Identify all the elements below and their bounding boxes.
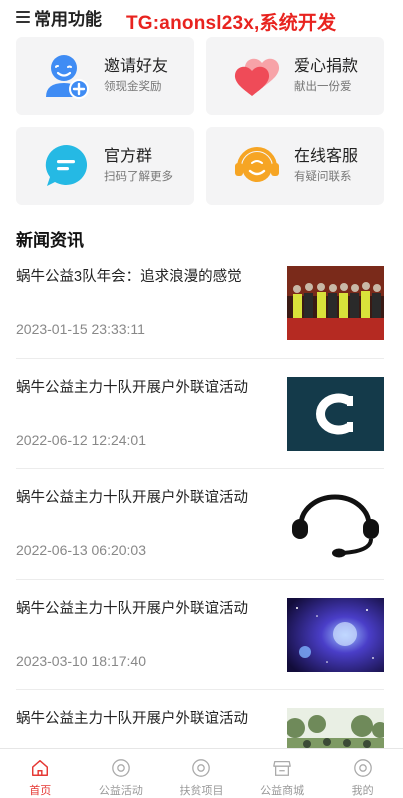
news-item[interactable]: 蜗牛公益主力十队开展户外联谊活动 2023-03-10 18:17:40 [16,580,384,690]
feature-card-invite[interactable]: 邀请好友 领现金奖励 [16,37,194,115]
news-date: 2023-01-15 23:33:11 [16,321,145,337]
news-thumbnail-letter-c-logo [287,376,384,451]
news-thumbnail-group-photo [287,266,384,340]
home-icon [32,760,49,776]
feature-subtitle: 扫码了解更多 [104,171,173,183]
target-icon [353,759,372,777]
section-title: 常用功能 [34,9,102,29]
feature-card-donate[interactable]: 爱心捐款 献出一份爱 [206,37,384,115]
tab-mine[interactable]: 我的 [322,749,403,798]
tab-label: 公益活动 [98,785,143,797]
headset-icon [230,139,284,193]
feature-title: 邀请好友 [104,58,169,75]
tab-label: 公益商城 [260,785,305,797]
news-title: 蜗牛公益主力十队开展户外联谊活动 [16,600,248,617]
heart-icon [230,49,284,103]
news-date: 2022-06-13 06:20:03 [16,542,146,558]
feature-title: 在线客服 [294,148,359,165]
news-date: 2023-03-10 18:17:40 [16,652,146,669]
bottom-tab-bar: 首页 公益活动 扶贫项目 公益商城 我的 [0,748,403,798]
target-icon [112,759,130,777]
tab-label: 我的 [351,785,374,797]
news-thumbnail-space-art [287,597,384,672]
news-title: 蜗牛公益主力十队开展户外联谊活动 [16,711,248,727]
list-icon [16,11,30,23]
invite-user-icon [40,49,94,103]
feature-card-official-group[interactable]: 官方群 扫码了解更多 [16,127,194,205]
news-title: 蜗牛公益主力十队开展户外联谊活动 [16,490,248,506]
news-title: 蜗牛公益3队年会：追求浪漫的感觉 [16,269,242,285]
tab-label: 首页 [29,785,52,797]
tab-charity-activities[interactable]: 公益活动 [81,749,162,798]
feature-subtitle: 献出一份爱 [294,81,352,93]
feature-title: 爱心捐款 [294,58,359,75]
watermark-text: TG:anonsl23x,系统开发 [126,13,337,34]
tab-poverty-projects[interactable]: 扶贫项目 [161,749,242,798]
common-functions-header: 常用功能 [16,6,102,29]
feature-subtitle: 领现金奖励 [104,81,162,93]
tab-home[interactable]: 首页 [0,749,81,798]
tab-label: 扶贫项目 [179,785,224,797]
feature-title: 官方群 [104,148,153,165]
chat-bubble-icon [40,139,94,193]
feature-subtitle: 有疑问联系 [294,171,352,183]
news-item[interactable]: 蜗牛公益主力十队开展户外联谊活动 2022-06-12 12:24:01 [16,359,384,469]
news-list: 蜗牛公益3队年会：追求浪漫的感觉 2023-01-15 23:33:11 蜗牛公… [16,248,384,798]
news-title: 蜗牛公益主力十队开展户外联谊活动 [16,379,248,396]
news-item[interactable]: 蜗牛公益3队年会：追求浪漫的感觉 2023-01-15 23:33:11 [16,248,384,359]
feature-card-customer-service[interactable]: 在线客服 有疑问联系 [206,127,384,205]
news-item[interactable]: 蜗牛公益主力十队开展户外联谊活动 2022-06-13 06:20:03 [16,469,384,580]
feature-grid: 邀请好友 领现金奖励 爱心捐款 献出一份爱 官方群 扫码了解更多 在线客服 有疑… [16,37,384,205]
news-date: 2022-06-12 12:24:01 [16,431,146,448]
news-thumbnail-headset-outline [287,487,384,561]
store-icon [273,761,291,776]
target-icon [192,759,211,777]
tab-charity-mall[interactable]: 公益商城 [242,749,323,798]
